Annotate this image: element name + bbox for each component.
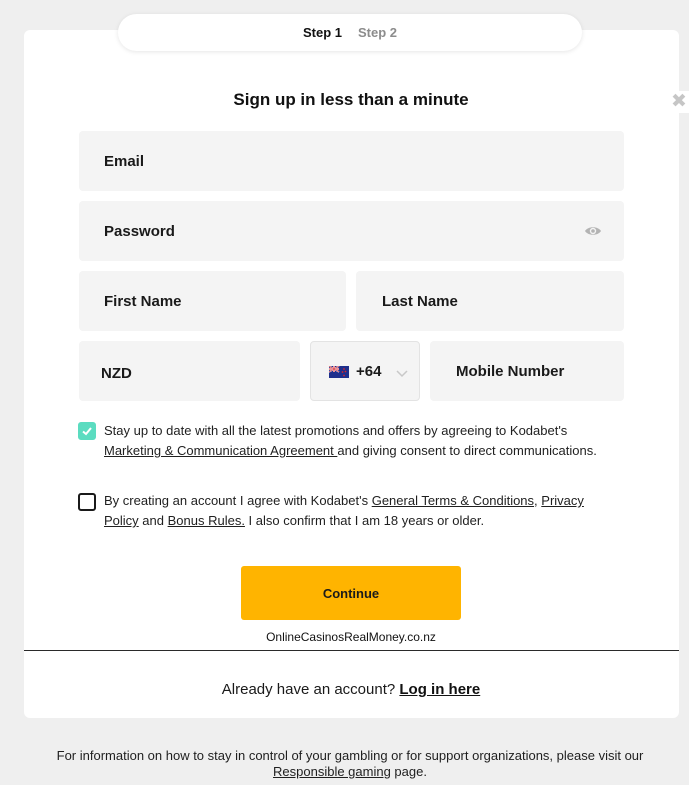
- terms-text-end: I also confirm that I am 18 years or old…: [244, 513, 485, 528]
- country-code-select[interactable]: +64: [310, 341, 420, 401]
- last-name-placeholder: Last Name: [382, 292, 458, 310]
- eye-icon[interactable]: [584, 223, 602, 239]
- page-title: Sign up in less than a minute: [233, 90, 469, 109]
- divider: [24, 650, 679, 651]
- bonus-rules-link[interactable]: Bonus Rules.: [168, 513, 245, 528]
- chevron-down-icon: [396, 365, 408, 378]
- new-zealand-flag-icon: [328, 365, 349, 378]
- terms-consent-row: By creating an account I agree with Koda…: [78, 491, 618, 531]
- currency-select[interactable]: NZD: [79, 341, 300, 401]
- footer-text-start: For information on how to stay in contro…: [56, 748, 644, 763]
- marketing-text-end: and giving consent to direct communicati…: [337, 443, 597, 458]
- email-field[interactable]: Email: [79, 131, 624, 191]
- marketing-agreement-link[interactable]: Marketing & Communication Agreement: [104, 443, 337, 458]
- password-placeholder: Password: [104, 222, 175, 240]
- check-icon: [82, 427, 92, 436]
- login-prompt: Already have an account? Log in here: [0, 681, 689, 698]
- continue-button[interactable]: Continue: [241, 566, 461, 620]
- password-field[interactable]: Password: [79, 201, 624, 261]
- terms-consent-checkbox[interactable]: [78, 493, 96, 511]
- marketing-consent-text: Stay up to date with all the latest prom…: [104, 421, 618, 461]
- marketing-consent-row: Stay up to date with all the latest prom…: [78, 421, 618, 461]
- first-name-placeholder: First Name: [104, 292, 182, 310]
- marketing-consent-checkbox[interactable]: [78, 422, 96, 440]
- step-2-tab[interactable]: Step 2: [358, 25, 397, 40]
- responsible-gaming-link[interactable]: Responsible gaming: [273, 764, 391, 779]
- marketing-text: Stay up to date with all the latest prom…: [104, 423, 568, 438]
- first-name-field[interactable]: First Name: [79, 271, 346, 331]
- footer-text-end: page.: [390, 764, 427, 779]
- terms-text-and: and: [138, 513, 168, 528]
- login-link[interactable]: Log in here: [399, 681, 480, 698]
- last-name-field[interactable]: Last Name: [356, 271, 624, 331]
- step-1-tab[interactable]: Step 1: [303, 25, 342, 40]
- watermark-text: OnlineCasinosRealMoney.co.nz: [266, 630, 436, 644]
- currency-value: NZD: [101, 365, 132, 382]
- footer-text: For information on how to stay in contro…: [20, 748, 680, 780]
- login-prompt-text: Already have an account?: [221, 681, 400, 698]
- terms-text: By creating an account I agree with Koda…: [104, 493, 372, 508]
- mobile-placeholder: Mobile Number: [456, 362, 565, 380]
- step-indicator: Step 1 Step 2: [118, 14, 582, 51]
- mobile-number-field[interactable]: Mobile Number: [430, 341, 624, 401]
- country-code-value: +64: [356, 362, 382, 380]
- terms-consent-text: By creating an account I agree with Koda…: [104, 491, 618, 531]
- terms-link[interactable]: General Terms & Conditions: [372, 493, 534, 508]
- email-placeholder: Email: [104, 152, 145, 170]
